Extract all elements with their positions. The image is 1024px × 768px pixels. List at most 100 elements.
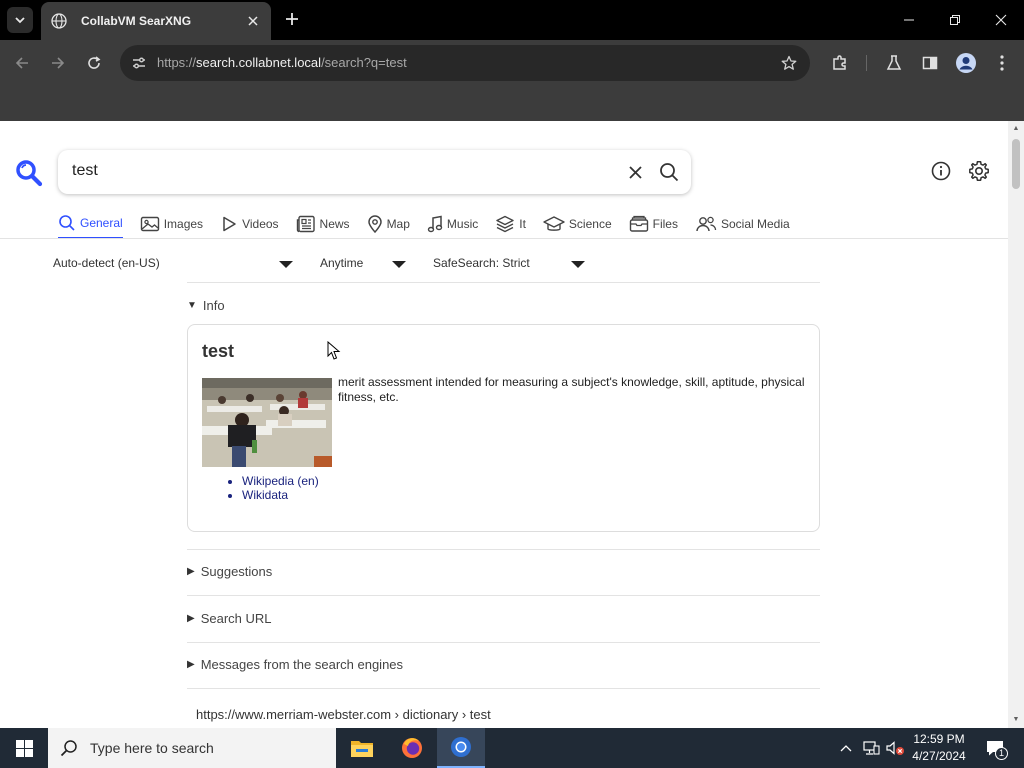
infobox-link-wikidata[interactable]: Wikidata: [242, 488, 319, 502]
url-path: /search?q=test: [321, 55, 407, 70]
browser-tab[interactable]: CollabVM SearXNG: [41, 2, 271, 40]
search-url-label: Search URL: [200, 611, 272, 626]
suggestions-toggle[interactable]: ▶ Suggestions: [187, 564, 272, 579]
restore-button[interactable]: [932, 0, 978, 40]
chevron-down-icon[interactable]: [279, 261, 293, 268]
favicon-icon: [51, 13, 67, 29]
tab-videos[interactable]: Videos: [220, 209, 279, 239]
scroll-down-arrow-icon[interactable]: ▼: [1012, 716, 1020, 724]
tab-files[interactable]: Files: [629, 209, 678, 239]
scrollbar-thumb[interactable]: [1012, 139, 1020, 189]
tab-search-button[interactable]: [7, 7, 33, 33]
reload-button[interactable]: [82, 51, 106, 75]
infobox: test merit assessment intended for measu…: [187, 324, 820, 532]
arrow-left-icon: [15, 57, 28, 69]
tab-files-label: Files: [652, 217, 678, 231]
scroll-up-arrow-icon[interactable]: ▲: [1012, 125, 1020, 133]
triangle-right-icon: ▶: [187, 566, 195, 577]
chevron-down-icon[interactable]: [392, 261, 406, 268]
tab-general[interactable]: General: [58, 209, 123, 239]
minimize-icon: [904, 19, 914, 21]
url-host: search.collabnet.local: [196, 55, 322, 70]
site-info-icon[interactable]: [128, 52, 150, 74]
chevron-down-icon: [15, 17, 25, 24]
category-tabs: General Images Videos News Map Music It: [58, 209, 807, 239]
avatar-icon: [956, 53, 976, 73]
system-clock[interactable]: 12:59 PM 4/27/2024: [904, 731, 974, 765]
plus-icon: [286, 13, 298, 25]
search-input[interactable]: test: [72, 162, 98, 180]
notifications-button[interactable]: 1: [980, 728, 1010, 768]
info-section-toggle[interactable]: ▼ Info: [187, 298, 225, 313]
clock-date: 4/27/2024: [912, 749, 966, 763]
folder-icon: [351, 741, 373, 757]
bookmarks-bar: [0, 86, 1024, 121]
tab-it[interactable]: It: [495, 209, 526, 239]
tab-images-label: Images: [163, 217, 204, 231]
triangle-down-icon: ▼: [187, 300, 197, 311]
settings-gear-icon[interactable]: [967, 159, 991, 183]
close-window-button[interactable]: [978, 0, 1024, 40]
arrow-right-icon: [52, 57, 65, 69]
tab-social-media[interactable]: Social Media: [695, 209, 790, 239]
network-icon[interactable]: [860, 728, 882, 768]
search-submit-icon[interactable]: [658, 161, 680, 183]
infobox-image[interactable]: [202, 378, 332, 467]
chrome-button[interactable]: [437, 728, 485, 768]
layers-icon: [496, 215, 514, 233]
close-icon: [995, 14, 1007, 26]
address-url[interactable]: https://search.collabnet.local/search?q=…: [157, 55, 407, 70]
restore-icon: [950, 15, 960, 25]
search-icon: [60, 740, 77, 757]
tab-news[interactable]: News: [296, 209, 350, 239]
browser-titlebar: CollabVM SearXNG: [0, 0, 1024, 40]
result-url[interactable]: https://www.merriam-webster.com › dictio…: [196, 707, 491, 722]
taskbar-search[interactable]: Type here to search: [48, 728, 336, 768]
windows-logo-icon: [15, 739, 33, 757]
language-select[interactable]: Auto-detect (en-US): [53, 256, 160, 270]
tray-overflow-icon[interactable]: [836, 728, 856, 768]
labs-button[interactable]: [882, 51, 906, 75]
safesearch-select[interactable]: SafeSearch: Strict: [433, 256, 530, 270]
infobox-link-wikipedia[interactable]: Wikipedia (en): [242, 474, 319, 488]
chevron-down-icon[interactable]: [571, 261, 585, 268]
mouse-cursor-icon: [327, 341, 341, 360]
search-url-toggle[interactable]: ▶ Search URL: [187, 611, 272, 626]
about-info-icon[interactable]: [929, 159, 953, 183]
tab-map-label: Map: [386, 217, 410, 231]
searxng-logo-icon[interactable]: [15, 159, 43, 187]
clock-time: 12:59 PM: [913, 732, 965, 746]
tab-images[interactable]: Images: [140, 209, 203, 239]
suggestions-label: Suggestions: [200, 564, 273, 579]
menu-button[interactable]: [990, 51, 1014, 75]
start-button[interactable]: [0, 728, 48, 768]
page-scrollbar[interactable]: ▲ ▼: [1008, 121, 1024, 728]
side-panel-button[interactable]: [918, 51, 942, 75]
volume-muted-icon[interactable]: [884, 728, 906, 768]
map-pin-icon: [367, 215, 382, 233]
taskbar-search-placeholder: Type here to search: [90, 740, 214, 756]
address-bar[interactable]: https://search.collabnet.local/search?q=…: [120, 45, 810, 81]
tab-title: CollabVM SearXNG: [81, 14, 192, 28]
minimize-button[interactable]: [886, 0, 932, 40]
tab-map[interactable]: Map: [367, 209, 410, 239]
forward-button[interactable]: [46, 51, 70, 75]
reload-icon: [88, 56, 101, 69]
back-button[interactable]: [10, 51, 34, 75]
firefox-button[interactable]: [388, 728, 436, 768]
time-range-select[interactable]: Anytime: [320, 256, 363, 270]
bookmark-star-icon[interactable]: [778, 52, 800, 74]
chrome-icon: [451, 737, 471, 757]
tab-music[interactable]: Music: [427, 209, 478, 239]
tab-science[interactable]: Science: [543, 209, 612, 239]
profile-button[interactable]: [954, 51, 978, 75]
new-tab-button[interactable]: [282, 9, 302, 29]
close-tab-icon[interactable]: [245, 13, 261, 29]
search-box[interactable]: test: [58, 150, 691, 194]
extensions-button[interactable]: [828, 51, 852, 75]
music-note-icon: [427, 215, 443, 233]
file-explorer-button[interactable]: [338, 728, 386, 768]
clear-search-icon[interactable]: [625, 162, 645, 182]
engine-messages-toggle[interactable]: ▶ Messages from the search engines: [187, 657, 403, 672]
tab-social-media-label: Social Media: [720, 217, 790, 231]
